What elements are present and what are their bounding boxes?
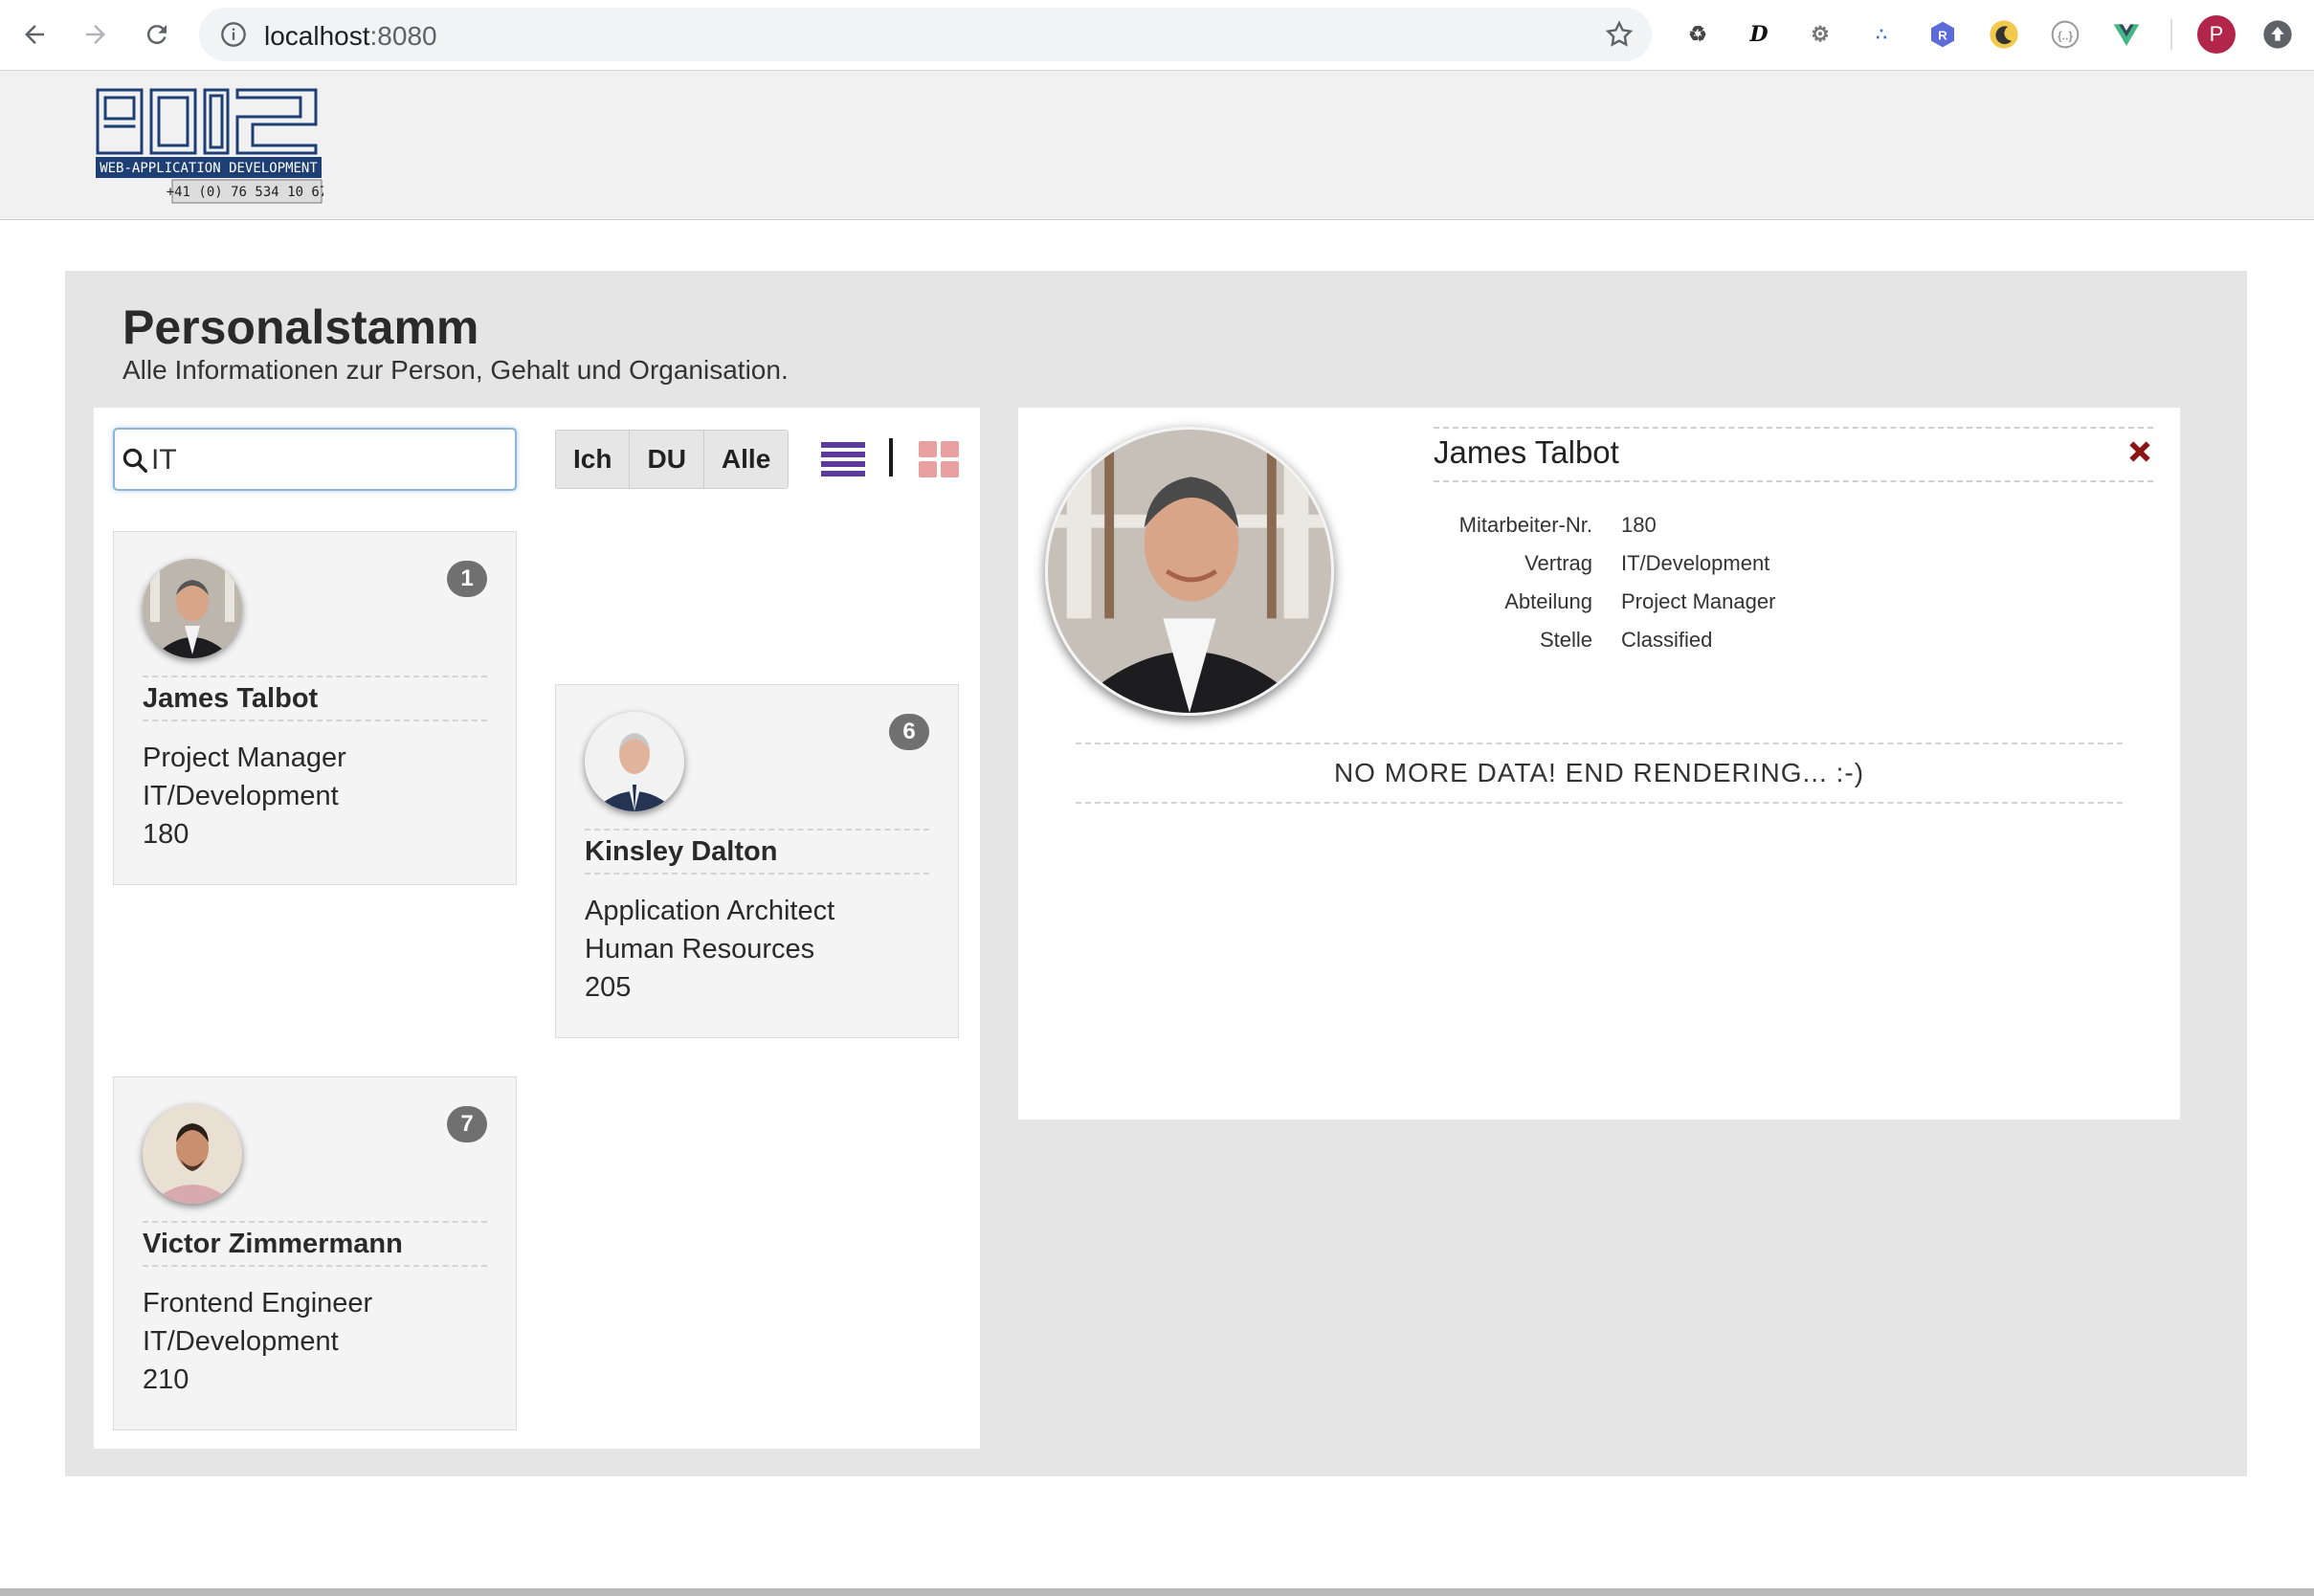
- detail-label: Vertrag: [1524, 551, 1592, 575]
- forward-button[interactable]: [75, 13, 117, 55]
- svg-text:+41 (0) 76 534 10 67: +41 (0) 76 534 10 67: [167, 185, 323, 200]
- end-of-data-message: NO MORE DATA! END RENDERING... :-): [1333, 758, 1865, 787]
- detail-label: Stelle: [1539, 628, 1592, 652]
- divider: [143, 1221, 487, 1223]
- back-button[interactable]: [13, 13, 56, 55]
- url-text: localhost:8080: [264, 21, 437, 51]
- detail-name: James Talbot: [1434, 434, 1619, 470]
- moon-icon[interactable]: [1987, 17, 2021, 52]
- filter-alle-button[interactable]: Alle: [703, 431, 789, 488]
- divider: [143, 676, 487, 677]
- employee-badge: 1: [447, 561, 487, 597]
- d-logo-icon[interactable]: D: [1742, 17, 1776, 52]
- detail-row-contract: Vertrag IT/Development: [1420, 551, 1994, 586]
- detail-row-employee-number: Mitarbeiter-Nr. 180: [1420, 513, 1994, 547]
- employee-department: IT/Development: [143, 1326, 339, 1357]
- employee-role: Frontend Engineer: [143, 1288, 373, 1319]
- dots-icon[interactable]: ∴: [1864, 17, 1899, 52]
- detail-row-position: Stelle Classified: [1420, 628, 1994, 662]
- employee-detail-panel: James Talbot Mitarbeiter-Nr. 180 Vertrag…: [1018, 408, 2180, 1119]
- address-bar[interactable]: localhost:8080: [199, 8, 1652, 61]
- reload-button[interactable]: [136, 13, 178, 55]
- detail-label: Mitarbeiter-Nr.: [1458, 513, 1592, 537]
- divider: [143, 720, 487, 721]
- employee-card[interactable]: 7 Victor Zimmermann Frontend Engineer IT…: [113, 1076, 517, 1430]
- divider: [1076, 802, 2123, 804]
- employee-list-section: Ich DU Alle: [94, 408, 980, 1449]
- divider: [585, 829, 929, 831]
- reload-icon: [146, 25, 167, 45]
- employee-avatar: [585, 712, 684, 811]
- personnel-panel: Personalstamm Alle Informationen zur Per…: [65, 271, 2247, 1476]
- svg-text:R: R: [1938, 28, 1947, 42]
- employee-avatar: [143, 1104, 242, 1204]
- update-icon[interactable]: [2260, 17, 2295, 52]
- employee-role: Project Manager: [143, 743, 346, 773]
- arrow-right-icon: [86, 25, 105, 44]
- browser-toolbar: localhost:8080 ♻ D ⚙ ∴ R {..} P: [0, 0, 2314, 71]
- arrow-left-icon: [25, 25, 44, 44]
- page-subtitle: Alle Informationen zur Person, Gehalt un…: [122, 355, 789, 385]
- svg-text:WEB-APPLICATION DEVELOPMENT: WEB-APPLICATION DEVELOPMENT: [100, 161, 318, 176]
- toolbar-separator: [2170, 19, 2172, 50]
- company-logo[interactable]: WEB-APPLICATION DEVELOPMENT +41 (0) 76 5…: [94, 86, 323, 205]
- svg-text:{..}: {..}: [2058, 29, 2073, 42]
- divider: [1434, 427, 2153, 429]
- detail-row-department: Abteilung Project Manager: [1420, 589, 1994, 624]
- list-view-icon[interactable]: [821, 442, 865, 478]
- employee-department: IT/Development: [143, 781, 339, 811]
- employee-number: 205: [585, 972, 632, 1003]
- detail-avatar: [1045, 427, 1334, 716]
- search-input[interactable]: [151, 441, 505, 479]
- employee-name: James Talbot: [143, 683, 319, 714]
- grid-view-icon[interactable]: [919, 441, 959, 477]
- site-header: WEB-APPLICATION DEVELOPMENT +41 (0) 76 5…: [0, 71, 2314, 220]
- bottom-status-strip: [0, 1588, 2314, 1596]
- recycle-icon[interactable]: ♻: [1680, 17, 1715, 52]
- gear-cog-icon[interactable]: ⚙: [1803, 17, 1837, 52]
- employee-card[interactable]: 6 Kinsley Dalton Application Architect H…: [555, 684, 959, 1038]
- employee-avatar: [143, 559, 242, 658]
- info-icon[interactable]: [220, 21, 247, 48]
- employee-role: Application Architect: [585, 896, 835, 926]
- search-field[interactable]: [113, 428, 517, 491]
- filter-ich-button[interactable]: Ich: [556, 431, 631, 488]
- detail-label: Abteilung: [1504, 589, 1592, 613]
- filter-button-group: Ich DU Alle: [555, 430, 790, 489]
- filter-du-button[interactable]: DU: [630, 431, 704, 488]
- vue-devtools-icon[interactable]: [2109, 17, 2144, 52]
- employee-number: 210: [143, 1364, 189, 1395]
- r-hexagon-icon[interactable]: R: [1925, 17, 1960, 52]
- employee-badge: 7: [447, 1106, 487, 1142]
- profile-avatar[interactable]: P: [2197, 15, 2236, 54]
- employee-name: Kinsley Dalton: [585, 836, 778, 867]
- employee-department: Human Resources: [585, 934, 815, 964]
- detail-value: Project Manager: [1621, 589, 1776, 613]
- view-toggle-separator: [889, 438, 893, 477]
- detail-value: 180: [1621, 513, 1657, 537]
- search-icon: [122, 448, 147, 473]
- employee-name: Victor Zimmermann: [143, 1229, 403, 1259]
- divider: [585, 873, 929, 875]
- detail-value: Classified: [1621, 628, 1713, 652]
- employee-number: 180: [143, 819, 189, 850]
- divider: [1434, 480, 2153, 482]
- employee-card[interactable]: 1 James Talbot Project Manager IT/Develo…: [113, 531, 517, 885]
- page-title: Personalstamm: [122, 300, 479, 354]
- json-viewer-icon[interactable]: {..}: [2048, 17, 2082, 52]
- divider: [143, 1265, 487, 1267]
- detail-value: IT/Development: [1621, 551, 1770, 575]
- divider: [1076, 743, 2123, 744]
- employee-badge: 6: [889, 714, 929, 750]
- close-icon[interactable]: [2125, 436, 2155, 467]
- bookmark-star-icon[interactable]: [1604, 19, 1635, 50]
